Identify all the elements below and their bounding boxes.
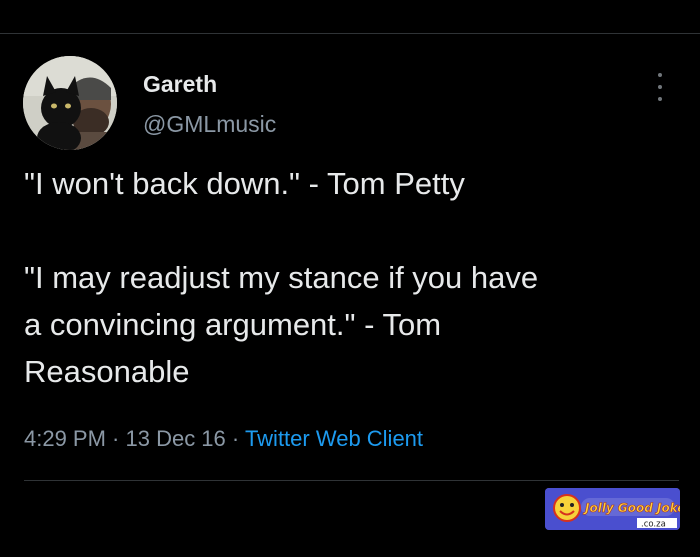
more-dot	[658, 97, 662, 101]
watermark-logo: Jolly Good Jokes .co.za	[545, 488, 680, 530]
more-dot	[658, 73, 662, 77]
tweet-text: "I won't back down." - Tom Petty "I may …	[24, 160, 684, 395]
avatar[interactable]	[23, 56, 117, 150]
bottom-divider	[24, 480, 679, 481]
author-handle[interactable]: @GMLmusic	[143, 111, 276, 138]
tweet-line: Reasonable	[24, 354, 190, 389]
profile-photo-icon	[23, 56, 117, 150]
more-dot	[658, 85, 662, 89]
top-divider	[0, 33, 700, 34]
watermark-suffix: .co.za	[641, 520, 666, 530]
tweet-line: "I may readjust my stance if you have	[24, 260, 539, 295]
tweet-line: "I won't back down." - Tom Petty	[24, 166, 465, 201]
author-display-name[interactable]: Gareth	[143, 71, 217, 98]
tweet-line: a convincing argument." - Tom	[24, 307, 442, 342]
more-options-icon[interactable]	[652, 73, 668, 101]
tweet-timestamp[interactable]: 4:29 PM · 13 Dec 16 ·	[24, 426, 245, 451]
jolly-good-jokes-logo-icon: Jolly Good Jokes .co.za	[545, 488, 680, 530]
tweet-meta: 4:29 PM · 13 Dec 16 · Twitter Web Client	[24, 426, 423, 452]
tweet-client-link[interactable]: Twitter Web Client	[245, 426, 423, 451]
watermark-text: Jolly Good Jokes	[583, 501, 680, 515]
